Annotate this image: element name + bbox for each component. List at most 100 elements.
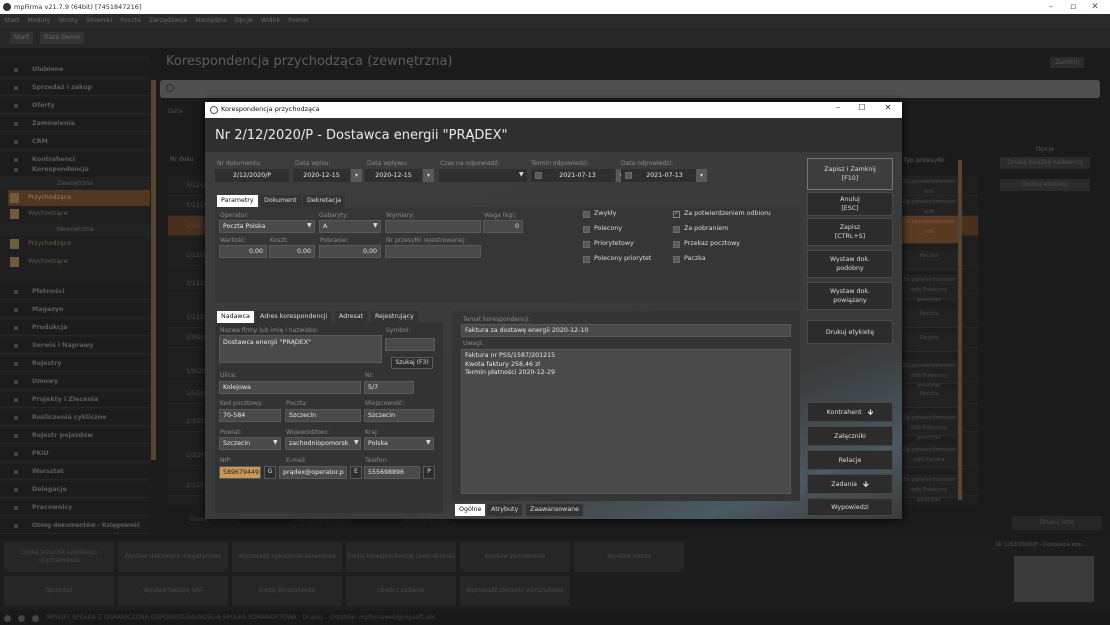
menu-pomoc[interactable]: Pomoc: [284, 14, 313, 28]
tab-nadawca[interactable]: Nadawca: [217, 311, 254, 323]
tab-rejestrujacy[interactable]: Rejestrujący: [371, 311, 418, 323]
sidebar-item-korespondencja[interactable]: Korespondencja: [0, 162, 150, 178]
street-field[interactable]: Kolejowa: [219, 381, 361, 394]
country-select[interactable]: Polska: [364, 437, 434, 450]
add-shortcut-button[interactable]: Dodaj przycisk szybkiego uruchamiania: [4, 542, 114, 572]
sidebar-item-wychodzace-wewn[interactable]: Wychodzące: [8, 254, 150, 270]
sidebar-item-projekty[interactable]: Projekty i Zlecenia: [0, 392, 150, 408]
calendar-dropdown-icon[interactable]: ▾: [423, 169, 434, 182]
create-task-button[interactable]: Utwórz zadanie: [346, 576, 456, 606]
house-number-field[interactable]: 5/7: [364, 381, 414, 394]
check-zwykly[interactable]: Zwykły: [583, 210, 616, 218]
size-select[interactable]: A: [319, 220, 381, 233]
entry-date-field[interactable]: 2020-12-15: [293, 169, 350, 182]
close-icon[interactable]: ✕: [877, 103, 899, 112]
service-request-button[interactable]: Wprowadź zgłoszenie serwisowe: [232, 542, 342, 572]
add-contractor-button[interactable]: Dodaj kontrahenta: [232, 576, 342, 606]
workshop-order-button[interactable]: Wprowadź zlecenie warsztatowe: [460, 576, 570, 606]
sidebar-item-magazyn[interactable]: Magazyn: [0, 302, 150, 318]
print-label-button[interactable]: Drukuj etykietę: [807, 320, 893, 344]
save-and-close-button[interactable]: Zapisz i Zamknij [F10]: [807, 158, 893, 190]
cod-field[interactable]: 0,00: [319, 245, 381, 258]
save-button[interactable]: Zapisz [CTRL+S]: [807, 218, 893, 246]
tab-adres-korespondencji[interactable]: Adres korespondencji: [256, 311, 332, 323]
sidebar-item-pracownicy[interactable]: Pracownicy: [0, 500, 150, 516]
sale-button[interactable]: Sprzedaż: [4, 576, 114, 606]
menu-poczta[interactable]: Poczta: [116, 14, 145, 28]
check-potwierdzenie[interactable]: Za potwierdzeniem odbioru: [673, 209, 771, 218]
relations-button[interactable]: Relacje: [807, 450, 893, 470]
minimize-icon[interactable]: –: [827, 103, 849, 112]
maximize-icon[interactable]: ☐: [851, 103, 873, 112]
close-page-button[interactable]: Zamknij: [1050, 57, 1085, 68]
check-priorytetowy[interactable]: Priorytetowy: [583, 240, 634, 248]
sidebar-item-delegacje[interactable]: Delegacje: [0, 482, 150, 498]
issue-offer-button[interactable]: Wystaw ofertę: [574, 542, 684, 572]
receipt-date-field[interactable]: 2020-12-15: [365, 169, 422, 182]
menu-skroty[interactable]: Skróty: [54, 14, 82, 28]
statements-button[interactable]: Wypowiedzi: [807, 498, 893, 516]
post-office-field[interactable]: Szczecin: [285, 409, 361, 422]
menu-widok[interactable]: Widok: [257, 14, 284, 28]
sidebar-item-warsztat[interactable]: Warsztat: [0, 464, 150, 480]
sender-name-field[interactable]: Dostawca energii "PRĄDEX": [219, 335, 382, 363]
check-przekaz[interactable]: Przekaz pocztowy: [673, 240, 740, 248]
check-paczka[interactable]: Paczka: [673, 255, 706, 263]
gus-lookup-button[interactable]: G: [264, 466, 276, 479]
issue-warehouse-doc-button[interactable]: Wystaw dokument magazynowy: [118, 542, 228, 572]
menu-opcje[interactable]: Opcje: [231, 14, 257, 28]
tasks-button[interactable]: Zadania 🡻: [807, 474, 893, 494]
send-email-button[interactable]: E: [350, 466, 362, 479]
tab-adresat[interactable]: Adresat: [335, 311, 368, 323]
sidebar-item-pkiu[interactable]: PKiU: [0, 446, 150, 462]
menu-start[interactable]: Start: [0, 14, 23, 28]
close-icon[interactable]: ✕: [1084, 0, 1106, 14]
sidebar-item-obieg[interactable]: Obieg dokumentów - Księgowość: [0, 518, 150, 534]
tab-dekretacja[interactable]: Dekretacja: [303, 195, 346, 207]
check-polecony-priorytet[interactable]: Polecony priorytet: [583, 255, 651, 263]
deadline-checkbox[interactable]: [535, 172, 542, 179]
document-preview[interactable]: Nr 2/12/2020/P - Dostawca ene...: [996, 542, 1106, 602]
check-pobranie[interactable]: Za pobraniem: [673, 225, 728, 233]
response-deadline-field[interactable]: 2021-07-13: [531, 169, 615, 182]
table-scrollbar[interactable]: [958, 160, 962, 500]
add-correspondence-button[interactable]: Dodaj korespondencję (zewnętrzna): [346, 542, 456, 572]
sidebar-item-sprzedaz[interactable]: Sprzedaż i zakup: [0, 80, 150, 96]
issue-related-doc-button[interactable]: Wystaw dok. powiązany: [807, 282, 893, 310]
sidebar-item-oferty[interactable]: Oferty: [0, 98, 150, 114]
minimize-icon[interactable]: –: [1040, 0, 1062, 14]
print-register-button[interactable]: Drukuj książkę nadawczą: [1000, 157, 1090, 169]
tab-parametry[interactable]: Parametry: [217, 195, 258, 207]
dimensions-field[interactable]: [385, 220, 481, 233]
cost-field[interactable]: 0,00: [269, 245, 315, 258]
sidebar-item-platnosci[interactable]: Płatności: [0, 284, 150, 300]
sidebar-item-rejestr-pojazdow[interactable]: Rejestr pojazdów: [0, 428, 150, 444]
sidebar-item-przychodzace-wewn[interactable]: Przychodzące: [8, 236, 150, 252]
menu-moduly[interactable]: Moduły: [23, 14, 54, 28]
search-contractor-button[interactable]: Szukaj (F3): [391, 357, 433, 369]
sidebar-item-umowy[interactable]: Umowy: [0, 374, 150, 390]
tab-ogolne[interactable]: Ogólne: [455, 504, 486, 516]
sidebar-scrollbar[interactable]: [151, 80, 156, 460]
call-button[interactable]: P: [423, 466, 435, 479]
calendar-dropdown-icon[interactable]: ▾: [696, 169, 707, 182]
sidebar-item-zamowienia[interactable]: Zamówienia: [0, 116, 150, 132]
sidebar-item-crm[interactable]: CRM: [0, 134, 150, 150]
subject-field[interactable]: Faktura za dostawę energii 2020-12-10: [461, 324, 791, 337]
maximize-icon[interactable]: ▫: [1062, 0, 1084, 14]
phone-field[interactable]: 555698896: [364, 466, 420, 479]
tracking-field[interactable]: [385, 245, 481, 258]
print-labels-button[interactable]: Drukuj etykiety: [1000, 179, 1090, 191]
sidebar-item-ulubione[interactable]: Ulubione: [0, 62, 150, 78]
menu-zarzadzanie[interactable]: Zarządzanie: [145, 14, 192, 28]
tab-atrybuty[interactable]: Atrybuty: [487, 504, 523, 516]
response-date-checkbox[interactable]: [625, 172, 632, 179]
menu-narzedzia[interactable]: Narzędzia: [192, 14, 231, 28]
sidebar-item-rejestry[interactable]: Rejestry: [0, 356, 150, 372]
issue-similar-doc-button[interactable]: Wystaw dok. podobny: [807, 250, 893, 278]
calendar-dropdown-icon[interactable]: ▾: [351, 169, 362, 182]
check-polecony[interactable]: Polecony: [583, 225, 622, 233]
symbol-field[interactable]: [385, 338, 435, 351]
print-list-button[interactable]: Drukuj listę: [1012, 516, 1102, 530]
sidebar-item-wychodzace-zewn[interactable]: Wychodzące: [8, 206, 150, 222]
